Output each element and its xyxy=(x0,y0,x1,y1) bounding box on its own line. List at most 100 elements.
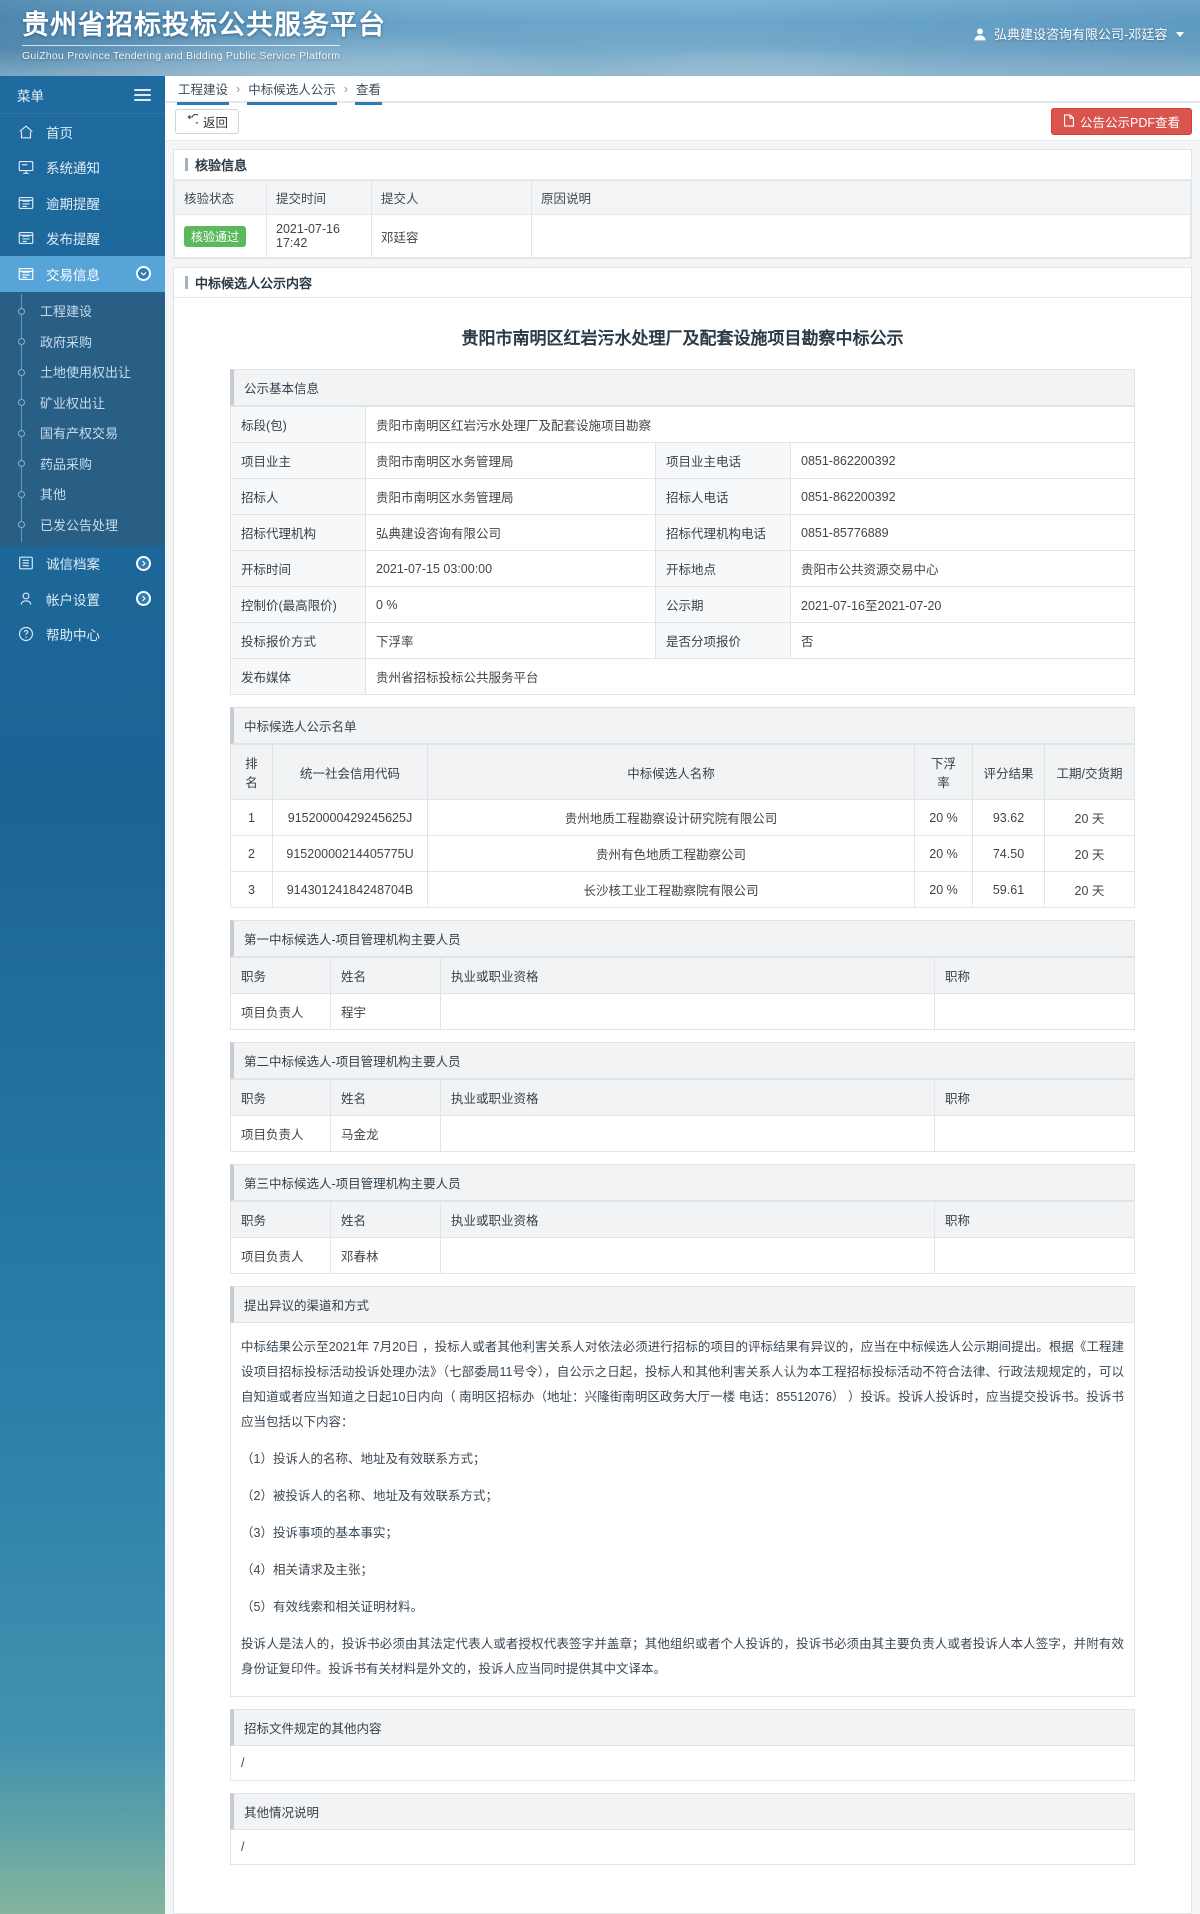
sidebar-item-system-notice[interactable]: 系统通知 xyxy=(0,150,165,186)
sidebar-item-account-settings[interactable]: 帐户设置 xyxy=(0,581,165,617)
brand: 贵州省招标投标公共服务平台 GuiZhou Province Tendering… xyxy=(22,8,386,62)
table-row: 2 91520000214405775U 贵州有色地质工程勘察公司 20 % 7… xyxy=(230,835,1135,872)
cell-title xyxy=(934,1237,1135,1274)
field-label: 开标地点 xyxy=(655,550,791,587)
sidebar-item-credit-archive[interactable]: 诚信档案 xyxy=(0,546,165,582)
verification-panel-title: 核验信息 xyxy=(174,150,1191,180)
sidebar-subitem-mining-rights[interactable]: 矿业权出让 xyxy=(0,387,165,418)
field-value: 2021-07-15 03:00:00 xyxy=(365,550,656,587)
col-position: 职务 xyxy=(230,1201,331,1238)
breadcrumb-item-engineering[interactable]: 工程建设 xyxy=(177,79,230,105)
cell-credit-code: 91520000429245625J xyxy=(272,799,428,836)
main-content: 工程建设 › 中标候选人公示 › 查看 返回 公告公示PDF查看 核验信息 核验… xyxy=(165,76,1200,1914)
sidebar-item-home[interactable]: 首页 xyxy=(0,114,165,150)
col-qualification: 执业或职业资格 xyxy=(440,1201,935,1238)
col-title: 职称 xyxy=(934,1079,1135,1116)
cell-qualification xyxy=(440,1237,935,1274)
col-status: 核验状态 xyxy=(174,180,267,215)
field-label: 项目业主 xyxy=(230,442,366,479)
other-note-value: / xyxy=(230,1830,1135,1865)
col-score: 评分结果 xyxy=(972,744,1045,800)
action-toolbar: 返回 公告公示PDF查看 xyxy=(165,103,1200,141)
table-header-row: 职务 姓名 执业或职业资格 职称 xyxy=(230,957,1135,994)
cell-name: 马金龙 xyxy=(330,1115,441,1152)
sidebar-subitem-gov-procurement[interactable]: 政府采购 xyxy=(0,326,165,357)
basic-info-table: 标段(包) 贵阳市南明区红岩污水处理厂及配套设施项目勘察 项目业主 贵阳市南明区… xyxy=(230,406,1135,695)
col-qualification: 执业或职业资格 xyxy=(440,1079,935,1116)
cell-candidate-name: 贵州地质工程勘察设计研究院有限公司 xyxy=(427,799,915,836)
cell-reason xyxy=(531,214,1191,258)
brand-title-en: GuiZhou Province Tendering and Bidding P… xyxy=(22,50,341,62)
table-row: 标段(包) 贵阳市南明区红岩污水处理厂及配套设施项目勘察 xyxy=(230,406,1135,443)
objection-paragraph: （1）投诉人的名称、地址及有效联系方式； xyxy=(241,1452,486,1466)
col-discount-rate: 下浮率 xyxy=(914,744,973,800)
field-value: 贵阳市南明区水务管理局 xyxy=(365,478,656,515)
cell-candidate-name: 长沙核工业工程勘察院有限公司 xyxy=(427,871,915,908)
cell-submit-time: 2021-07-16 17:42 xyxy=(266,214,372,258)
cell-position: 项目负责人 xyxy=(230,1237,331,1274)
list-box-icon xyxy=(16,193,36,213)
sidebar-subitem-label: 已发公告处理 xyxy=(40,517,119,533)
table-row: 项目负责人 邓春林 xyxy=(230,1237,1135,1274)
back-button[interactable]: 返回 xyxy=(175,109,240,134)
sidebar-subitem-state-property[interactable]: 国有产权交易 xyxy=(0,418,165,449)
table-row: 招标人 贵阳市南明区水务管理局 招标人电话 0851-862200392 xyxy=(230,478,1135,515)
question-icon xyxy=(16,624,36,644)
breadcrumb: 工程建设 › 中标候选人公示 › 查看 xyxy=(165,76,1200,105)
field-label: 发布媒体 xyxy=(230,658,366,695)
field-value: 2021-07-16至2021-07-20 xyxy=(790,586,1135,623)
sidebar-item-transaction-info[interactable]: 交易信息 xyxy=(0,256,165,292)
col-submit-time: 提交时间 xyxy=(266,180,372,215)
field-label: 招标人 xyxy=(230,478,366,515)
field-value: 贵州省招标投标公共服务平台 xyxy=(365,658,1135,695)
sidebar-subitem-land-use-rights[interactable]: 土地使用权出让 xyxy=(0,357,165,388)
table-row: 开标时间 2021-07-15 03:00:00 开标地点 贵阳市公共资源交易中… xyxy=(230,550,1135,587)
col-position: 职务 xyxy=(230,1079,331,1116)
sidebar-item-label: 诚信档案 xyxy=(46,557,100,573)
sidebar-item-overdue-reminder[interactable]: 逾期提醒 xyxy=(0,185,165,221)
col-credit-code: 统一社会信用代码 xyxy=(272,744,428,800)
sidebar-subitem-published-notice[interactable]: 已发公告处理 xyxy=(0,509,165,540)
cell-qualification xyxy=(440,1115,935,1152)
field-label: 招标人电话 xyxy=(655,478,791,515)
pdf-view-button[interactable]: 公告公示PDF查看 xyxy=(1050,108,1192,135)
cell-status: 核验通过 xyxy=(174,214,267,258)
field-label: 投标报价方式 xyxy=(230,622,366,659)
candidates-table: 排名 统一社会信用代码 中标候选人名称 下浮率 评分结果 工期/交货期 1 91… xyxy=(230,744,1135,908)
cell-name: 邓春林 xyxy=(330,1237,441,1274)
col-qualification: 执业或职业资格 xyxy=(440,957,935,994)
section-candidates-title: 中标候选人公示名单 xyxy=(230,707,1135,744)
breadcrumb-item-view[interactable]: 查看 xyxy=(354,79,382,105)
field-label: 标段(包) xyxy=(230,406,366,443)
section-personnel-2-title: 第二中标候选人-项目管理机构主要人员 xyxy=(230,1042,1135,1079)
sidebar-item-publish-reminder[interactable]: 发布提醒 xyxy=(0,221,165,257)
sidebar-subitem-engineering[interactable]: 工程建设 xyxy=(0,296,165,327)
field-value: 否 xyxy=(790,622,1135,659)
col-title: 职称 xyxy=(934,1201,1135,1238)
chevron-right-icon xyxy=(136,555,151,571)
table-row: 核验通过 2021-07-16 17:42 邓廷容 xyxy=(174,214,1191,258)
sidebar-subitem-label: 政府采购 xyxy=(40,334,93,350)
user-menu[interactable]: 弘典建设咨询有限公司-邓廷容 xyxy=(974,24,1184,44)
cell-name: 程宇 xyxy=(330,993,441,1030)
cell-submitter: 邓廷容 xyxy=(371,214,532,258)
sidebar-subitem-other[interactable]: 其他 xyxy=(0,479,165,510)
breadcrumb-separator: › xyxy=(343,81,348,96)
field-label: 招标代理机构 xyxy=(230,514,366,551)
field-value: 0851-862200392 xyxy=(790,478,1135,515)
announcement-panel-title: 中标候选人公示内容 xyxy=(174,268,1191,298)
bottom-spacer xyxy=(230,1865,1135,1883)
brand-divider xyxy=(22,45,340,46)
cell-position: 项目负责人 xyxy=(230,1115,331,1152)
cell-score: 59.61 xyxy=(972,871,1045,908)
col-name: 姓名 xyxy=(330,957,441,994)
sidebar-item-help-center[interactable]: 帮助中心 xyxy=(0,617,165,653)
field-label: 项目业主电话 xyxy=(655,442,791,479)
breadcrumb-item-candidate-notice[interactable]: 中标候选人公示 xyxy=(247,79,337,105)
sidebar-submenu-transaction: 工程建设 政府采购 土地使用权出让 矿业权出让 国有产权交易 药品采购 其他 已… xyxy=(0,291,165,546)
field-label: 是否分项报价 xyxy=(655,622,791,659)
brand-title-cn: 贵州省招标投标公共服务平台 xyxy=(22,10,386,40)
cell-duration: 20 天 xyxy=(1044,799,1135,836)
hamburger-icon[interactable] xyxy=(134,86,151,104)
sidebar-subitem-drug-procurement[interactable]: 药品采购 xyxy=(0,448,165,479)
